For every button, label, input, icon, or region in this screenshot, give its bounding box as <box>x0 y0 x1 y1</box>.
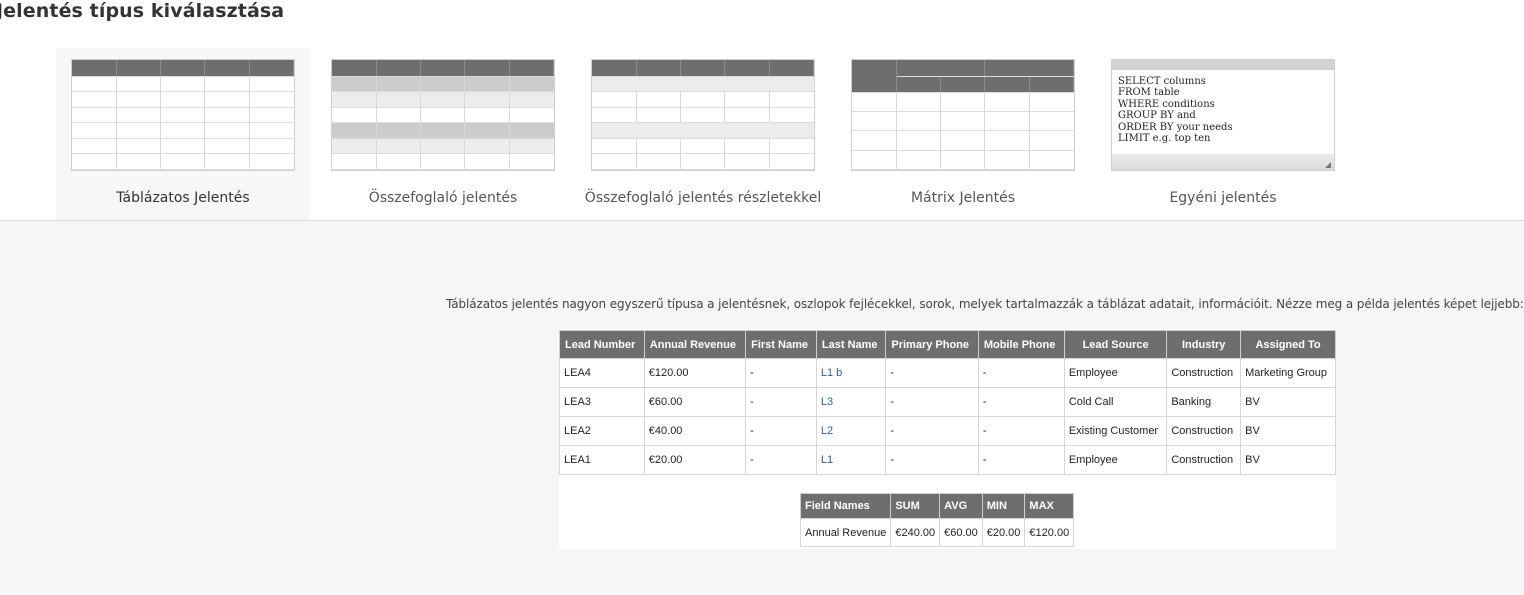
table-cell: Employee <box>1063 358 1168 388</box>
table-cell: Employee <box>1063 445 1168 475</box>
column-header: Annual Revenue <box>643 330 747 359</box>
custom-report-thumbnail: SELECT columns FROM table WHERE conditio… <box>1111 59 1335 171</box>
table-cell: €40.00 <box>643 416 747 446</box>
table-cell: - <box>745 358 817 388</box>
table-cell: BV <box>1240 416 1336 446</box>
last-name-link: L2 <box>820 425 834 437</box>
table-cell: - <box>977 358 1065 388</box>
table-cell: - <box>977 445 1065 475</box>
table-cell: - <box>745 387 817 417</box>
column-header: Mobile Phone <box>977 330 1065 359</box>
column-header: AVG <box>939 493 983 519</box>
table-row: Annual Revenue €240.00 €60.00 €20.00 €12… <box>799 518 1075 547</box>
table-cell: Construction <box>1166 445 1242 475</box>
tabular-report-thumbnail <box>71 59 295 171</box>
column-header: Industry <box>1166 330 1242 359</box>
table-cell: Construction <box>1166 416 1242 446</box>
page-title: Jelentés típus kiválasztása <box>0 0 285 22</box>
table-cell: - <box>977 416 1065 446</box>
resize-grip-icon <box>1325 162 1331 168</box>
table-cell: - <box>745 416 817 446</box>
table-cell: €240.00 <box>890 518 941 547</box>
table-cell: L3 <box>815 387 887 417</box>
report-type-label: Egyéni jelentés <box>1169 190 1277 206</box>
table-cell: LEA4 <box>559 358 645 388</box>
table-cell: LEA3 <box>559 387 645 417</box>
table-cell: €20.00 <box>981 518 1026 547</box>
table-cell: Banking <box>1166 387 1242 417</box>
table-cell: LEA2 <box>559 416 645 446</box>
column-header: Last Name <box>815 330 887 359</box>
column-header: MAX <box>1024 493 1075 519</box>
report-type-summary-with-details[interactable]: Összefoglaló jelentés részletekkel <box>576 48 830 220</box>
column-header: Field Names <box>799 493 892 519</box>
summary-report-thumbnail <box>331 59 555 171</box>
report-description: Táblázatos jelentés nagyon egyszerű típu… <box>446 297 1524 311</box>
table-cell: BV <box>1240 445 1336 475</box>
report-type-label: Összefoglaló jelentés <box>368 190 518 206</box>
last-name-link: L1 b <box>820 367 843 379</box>
column-header: Lead Source <box>1063 330 1168 359</box>
table-cell: - <box>885 445 979 475</box>
table-cell: Construction <box>1166 358 1242 388</box>
report-type-label: Táblázatos Jelentés <box>116 190 250 206</box>
table-cell: L2 <box>815 416 887 446</box>
column-header: Lead Number <box>559 330 645 359</box>
last-name-link: L1 <box>820 454 834 466</box>
report-type-summary[interactable]: Összefoglaló jelentés <box>316 48 570 220</box>
table-cell: €20.00 <box>643 445 747 475</box>
table-cell: - <box>885 416 979 446</box>
table-cell: €60.00 <box>939 518 983 547</box>
column-header: Primary Phone <box>885 330 979 359</box>
report-type-tabular[interactable]: Táblázatos Jelentés <box>56 48 310 220</box>
table-cell: Existing Customer <box>1063 416 1168 446</box>
report-type-selector: Táblázatos Jelentés Összefoglaló jelenté… <box>0 48 1524 220</box>
report-type-custom[interactable]: SELECT columns FROM table WHERE conditio… <box>1096 48 1350 220</box>
table-cell: - <box>885 358 979 388</box>
table-row: LEA4 €120.00 - L1 b - - Employee Constru… <box>559 358 1336 388</box>
column-header: SUM <box>890 493 941 519</box>
table-cell: €120.00 <box>1024 518 1075 547</box>
table-row: LEA2 €40.00 - L2 - - Existing Customer C… <box>559 416 1336 446</box>
table-row: LEA3 €60.00 - L3 - - Cold Call Banking B… <box>559 387 1336 417</box>
sample-summary-table: Field Names SUM AVG MIN MAX Annual Reven… <box>799 493 1075 547</box>
table-cell: Annual Revenue <box>799 518 892 547</box>
sql-preview-text: SELECT columns FROM table WHERE conditio… <box>1118 76 1233 145</box>
report-type-label: Mátrix Jelentés <box>910 190 1016 206</box>
table-cell: - <box>977 387 1065 417</box>
column-header: Assigned To <box>1240 330 1336 359</box>
table-cell: LEA1 <box>559 445 645 475</box>
table-row: LEA1 €20.00 - L1 - - Employee Constructi… <box>559 445 1336 475</box>
table-cell: L1 b <box>815 358 887 388</box>
table-cell: - <box>885 387 979 417</box>
table-cell: L1 <box>815 445 887 475</box>
report-type-matrix[interactable]: Mátrix Jelentés <box>836 48 1090 220</box>
summary-details-report-thumbnail <box>591 59 815 171</box>
last-name-link: L3 <box>820 396 834 408</box>
column-header: MIN <box>981 493 1026 519</box>
sample-leads-table: Lead Number Annual Revenue First Name La… <box>559 330 1336 475</box>
sample-report-image: Lead Number Annual Revenue First Name La… <box>559 330 1336 549</box>
table-cell: Marketing Group <box>1240 358 1336 388</box>
table-cell: €120.00 <box>643 358 747 388</box>
matrix-report-thumbnail <box>851 59 1075 171</box>
column-header: First Name <box>745 330 817 359</box>
table-cell: - <box>745 445 817 475</box>
table-cell: €60.00 <box>643 387 747 417</box>
table-cell: BV <box>1240 387 1336 417</box>
report-type-label: Összefoglaló jelentés részletekkel <box>584 190 822 206</box>
table-cell: Cold Call <box>1063 387 1168 417</box>
